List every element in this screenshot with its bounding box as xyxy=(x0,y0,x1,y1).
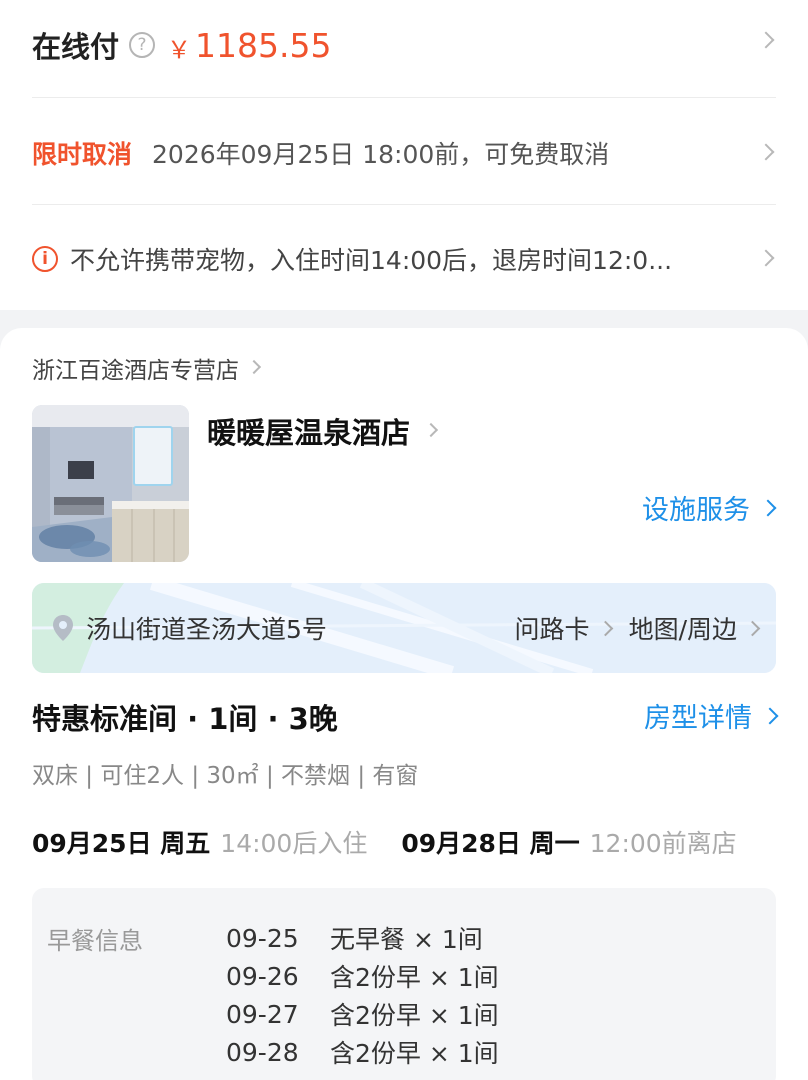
cancellation-text: 2026年09月25日 18:00前，可免费取消 xyxy=(152,140,610,169)
policy-text: 不允许携带宠物，入住时间14:00后，退房时间12:0... xyxy=(70,246,673,275)
info-circle-icon: i xyxy=(32,246,58,272)
chevron-right-icon xyxy=(423,422,439,438)
checkin-note: 14:00后入住 xyxy=(220,829,368,858)
cancellation-tag: 限时取消 xyxy=(32,140,133,169)
chevron-right-icon xyxy=(597,620,613,636)
breakfast-label: 早餐信息 xyxy=(47,927,143,955)
facilities-label: 设施服务 xyxy=(642,495,750,526)
list-item: 09-27 含2份早 × 1间 xyxy=(226,995,499,1033)
facilities-button[interactable]: 设施服务 xyxy=(642,488,777,527)
policy-row[interactable]: i 不允许携带宠物，入住时间14:00后，退房时间12:0... xyxy=(32,238,728,280)
hotel-photo[interactable] xyxy=(32,405,189,562)
list-item: 09-25 无早餐 × 1间 xyxy=(226,919,499,957)
breakfast-desc: 含2份早 × 1间 xyxy=(330,1039,499,1068)
question-circle-icon[interactable]: ? xyxy=(129,32,156,58)
checkout-note: 12:00前离店 xyxy=(589,829,737,858)
location-pin-icon xyxy=(53,615,73,641)
breakfast-list: 09-25 无早餐 × 1间 09-26 含2份早 × 1间 09-27 含2份… xyxy=(226,919,499,1071)
breakfast-desc: 含2份早 × 1间 xyxy=(330,1001,499,1030)
chevron-right-icon[interactable] xyxy=(757,249,775,267)
breakfast-date: 09-27 xyxy=(226,999,299,1029)
stay-dates: 09月25日 周五 14:00后入住 09月28日 周一 12:00前离店 xyxy=(32,824,737,860)
chevron-right-icon xyxy=(759,499,777,516)
breakfast-desc: 无早餐 × 1间 xyxy=(330,925,483,954)
breakfast-date: 09-28 xyxy=(226,1037,299,1067)
breakfast-info-box: 早餐信息 09-25 无早餐 × 1间 09-26 含2份早 × 1间 09-2… xyxy=(32,888,776,1080)
room-detail-label: 房型详情 xyxy=(644,703,752,734)
payment-row[interactable]: 在线付 ? ￥ 1185.55 xyxy=(32,24,776,66)
breakfast-date: 09-26 xyxy=(226,961,299,991)
shop-name: 浙江百途酒店专营店 xyxy=(32,358,239,384)
shop-row[interactable]: 浙江百途酒店专营店 xyxy=(32,350,776,386)
payment-amount: 1185.55 xyxy=(195,25,332,65)
breakfast-desc: 含2份早 × 1间 xyxy=(330,963,499,992)
hotel-card: 浙江百途酒店专营店 暖暖屋温泉酒店 设施服务 汤山街道圣汤大道5号 问路卡 地图… xyxy=(0,328,808,1080)
currency-symbol: ￥ xyxy=(167,35,192,64)
chevron-right-icon xyxy=(744,620,761,636)
chevron-right-icon xyxy=(761,707,779,724)
room-title: 特惠标准间 · 1间 · 3晚 xyxy=(32,702,338,736)
cancellation-row[interactable]: 限时取消 2026年09月25日 18:00前，可免费取消 xyxy=(32,132,776,174)
list-item: 09-26 含2份早 × 1间 xyxy=(226,957,499,995)
map-preview[interactable]: 汤山街道圣汤大道5号 问路卡 地图/周边 xyxy=(32,583,776,673)
room-detail-button[interactable]: 房型详情 xyxy=(644,696,779,735)
hotel-name-link[interactable]: 暖暖屋温泉酒店 xyxy=(207,410,439,452)
list-item: 09-28 含2份早 × 1间 xyxy=(226,1033,499,1071)
route-card-link[interactable]: 问路卡 xyxy=(515,610,590,646)
address-text: 汤山街道圣汤大道5号 xyxy=(86,615,327,644)
checkin-date: 09月25日 周五 xyxy=(32,829,211,858)
divider xyxy=(32,204,776,205)
payment-label: 在线付 xyxy=(32,30,120,64)
checkout-date: 09月28日 周一 xyxy=(401,829,580,858)
breakfast-date: 09-25 xyxy=(226,923,299,953)
chevron-right-icon xyxy=(246,359,262,375)
map-surroundings-link[interactable]: 地图/周边 xyxy=(629,610,737,646)
divider xyxy=(32,97,776,98)
room-attributes: 双床 | 可住2人 | 30㎡ | 不禁烟 | 有窗 xyxy=(32,763,419,789)
order-summary-card: 在线付 ? ￥ 1185.55 限时取消 2026年09月25日 18:00前，… xyxy=(0,0,808,310)
map-links: 问路卡 地图/周边 xyxy=(515,583,761,673)
hotel-name: 暖暖屋温泉酒店 xyxy=(207,416,411,450)
